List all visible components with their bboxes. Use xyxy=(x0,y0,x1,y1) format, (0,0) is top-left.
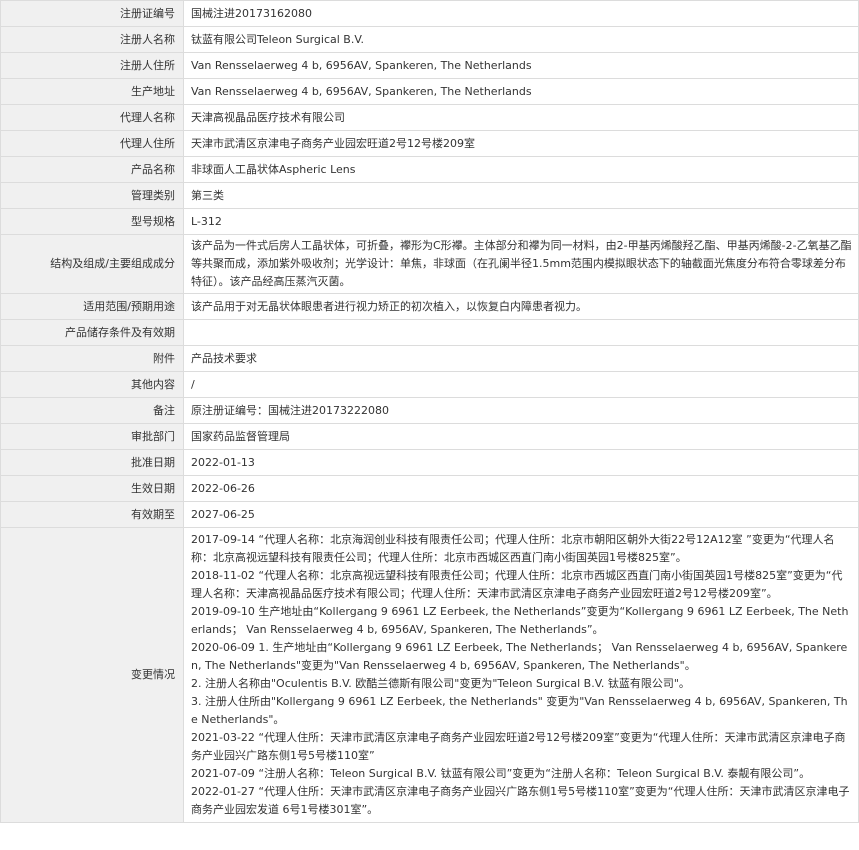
field-label: 注册人住所 xyxy=(0,52,184,79)
change-entry: 2020-06-09 1. 生产地址由“Kollergang 9 6961 LZ… xyxy=(191,641,848,672)
field-label: 产品储存条件及有效期 xyxy=(0,319,184,346)
row-agent-name: 代理人名称 天津高视晶品医疗技术有限公司 xyxy=(0,104,859,131)
field-value: / xyxy=(183,371,859,398)
field-value: L-312 xyxy=(183,208,859,235)
field-value: 钛蓝有限公司Teleon Surgical B.V. xyxy=(183,26,859,53)
row-approval-date: 批准日期 2022-01-13 xyxy=(0,449,859,476)
field-value: Van Rensselaerweg 4 b, 6956AV, Spankeren… xyxy=(183,78,859,105)
field-value: 原注册证编号：国械注进20173222080 xyxy=(183,397,859,424)
field-label: 代理人住所 xyxy=(0,130,184,157)
field-value: 国械注进20173162080 xyxy=(183,0,859,27)
field-value: 该产品为一件式后房人工晶状体，可折叠，襻形为C形襻。主体部分和襻为同一材料，由2… xyxy=(183,234,859,294)
field-value xyxy=(183,319,859,346)
row-remarks: 备注 原注册证编号：国械注进20173222080 xyxy=(0,397,859,424)
field-label: 型号规格 xyxy=(0,208,184,235)
field-label: 注册人名称 xyxy=(0,26,184,53)
row-model-spec: 型号规格 L-312 xyxy=(0,208,859,235)
field-label: 生产地址 xyxy=(0,78,184,105)
field-value: 该产品用于对无晶状体眼患者进行视力矫正的初次植入，以恢复白内障患者视力。 xyxy=(183,293,859,320)
field-value: 天津市武清区京津电子商务产业园宏旺道2号12号楼209室 xyxy=(183,130,859,157)
row-registration-number: 注册证编号 国械注进20173162080 xyxy=(0,0,859,27)
row-intended-use: 适用范围/预期用途 该产品用于对无晶状体眼患者进行视力矫正的初次植入，以恢复白内… xyxy=(0,293,859,320)
field-label: 代理人名称 xyxy=(0,104,184,131)
field-value: 2022-06-26 xyxy=(183,475,859,502)
field-value: 2022-01-13 xyxy=(183,449,859,476)
field-label: 有效期至 xyxy=(0,501,184,528)
row-product-name: 产品名称 非球面人工晶状体Aspheric Lens xyxy=(0,156,859,183)
row-approval-department: 审批部门 国家药品监督管理局 xyxy=(0,423,859,450)
row-registrant-name: 注册人名称 钛蓝有限公司Teleon Surgical B.V. xyxy=(0,26,859,53)
registration-table: 注册证编号 国械注进20173162080 注册人名称 钛蓝有限公司Teleon… xyxy=(0,0,859,823)
field-value: 2027-06-25 xyxy=(183,501,859,528)
field-value: 第三类 xyxy=(183,182,859,209)
change-entry: 3. 注册人住所由"Kollergang 9 6961 LZ Eerbeek, … xyxy=(191,695,848,726)
field-label: 附件 xyxy=(0,345,184,372)
change-history-list: 2017-09-14 “代理人名称：北京海润创业科技有限责任公司；代理人住所：北… xyxy=(183,527,859,823)
field-value: 产品技术要求 xyxy=(183,345,859,372)
row-management-category: 管理类别 第三类 xyxy=(0,182,859,209)
row-change-history: 变更情况 2017-09-14 “代理人名称：北京海润创业科技有限责任公司；代理… xyxy=(0,527,859,823)
row-attachment: 附件 产品技术要求 xyxy=(0,345,859,372)
field-label: 备注 xyxy=(0,397,184,424)
row-structure-composition: 结构及组成/主要组成成分 该产品为一件式后房人工晶状体，可折叠，襻形为C形襻。主… xyxy=(0,234,859,294)
field-label: 注册证编号 xyxy=(0,0,184,27)
change-entry: 2. 注册人名称由"Oculentis B.V. 欧酷兰德斯有限公司"变更为"T… xyxy=(191,677,690,690)
row-valid-until: 有效期至 2027-06-25 xyxy=(0,501,859,528)
field-value: Van Rensselaerweg 4 b, 6956AV, Spankeren… xyxy=(183,52,859,79)
field-label: 变更情况 xyxy=(0,527,184,823)
change-entry: 2021-03-22 “代理人住所：天津市武清区京津电子商务产业园宏旺道2号12… xyxy=(191,731,846,762)
field-label: 适用范围/预期用途 xyxy=(0,293,184,320)
field-label: 产品名称 xyxy=(0,156,184,183)
row-registrant-address: 注册人住所 Van Rensselaerweg 4 b, 6956AV, Spa… xyxy=(0,52,859,79)
field-label: 结构及组成/主要组成成分 xyxy=(0,234,184,294)
row-production-address: 生产地址 Van Rensselaerweg 4 b, 6956AV, Span… xyxy=(0,78,859,105)
field-label: 批准日期 xyxy=(0,449,184,476)
change-entry: 2019-09-10 生产地址由“Kollergang 9 6961 LZ Ee… xyxy=(191,605,849,636)
change-entry: 2018-11-02 “代理人名称：北京高视远望科技有限责任公司；代理人住所：北… xyxy=(191,569,843,600)
row-agent-address: 代理人住所 天津市武清区京津电子商务产业园宏旺道2号12号楼209室 xyxy=(0,130,859,157)
field-label: 审批部门 xyxy=(0,423,184,450)
field-label: 其他内容 xyxy=(0,371,184,398)
field-label: 管理类别 xyxy=(0,182,184,209)
field-value: 天津高视晶品医疗技术有限公司 xyxy=(183,104,859,131)
change-entry: 2017-09-14 “代理人名称：北京海润创业科技有限责任公司；代理人住所：北… xyxy=(191,533,835,564)
row-storage-validity: 产品储存条件及有效期 xyxy=(0,319,859,346)
field-label: 生效日期 xyxy=(0,475,184,502)
change-entry: 2021-07-09 “注册人名称：Teleon Surgical B.V. 钛… xyxy=(191,767,811,780)
change-entry: 2022-01-27 “代理人住所：天津市武清区京津电子商务产业园兴广路东侧1号… xyxy=(191,785,850,816)
row-other-content: 其他内容 / xyxy=(0,371,859,398)
field-value: 非球面人工晶状体Aspheric Lens xyxy=(183,156,859,183)
field-value: 国家药品监督管理局 xyxy=(183,423,859,450)
row-effective-date: 生效日期 2022-06-26 xyxy=(0,475,859,502)
